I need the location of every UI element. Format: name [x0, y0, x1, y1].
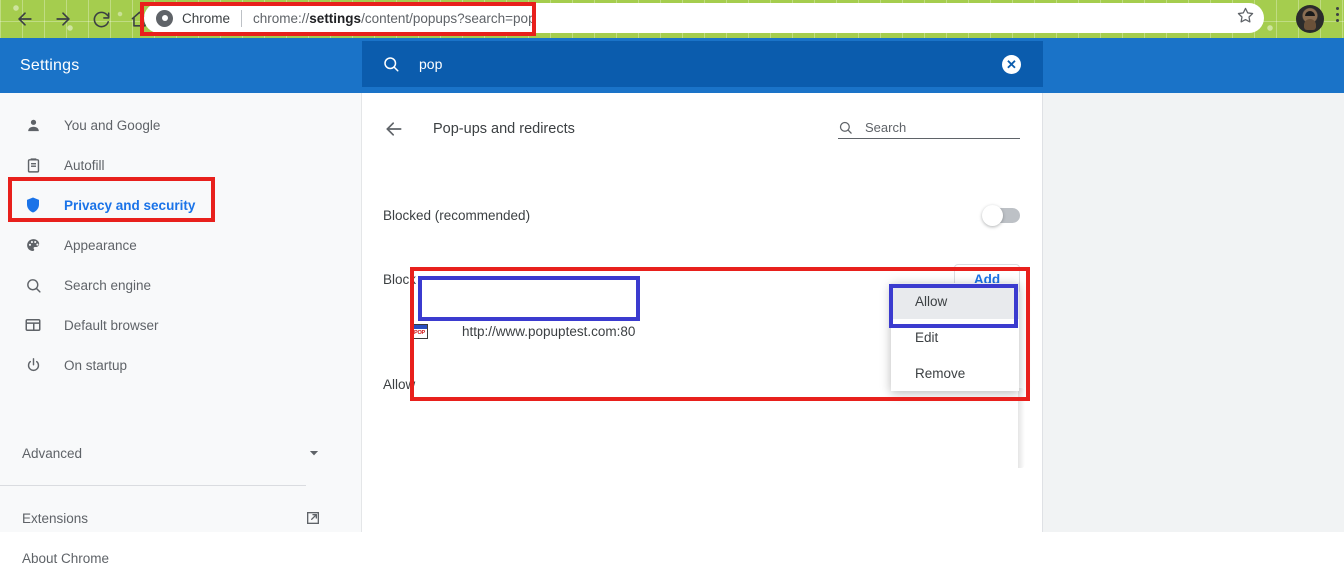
browser-window-icon [22, 316, 44, 334]
sidebar-item-label: Extensions [22, 510, 89, 526]
context-menu-shadow [1018, 388, 1025, 468]
section-search[interactable] [838, 119, 1020, 139]
sidebar-item-autofill[interactable]: Autofill [0, 145, 361, 185]
profile-avatar[interactable] [1296, 5, 1324, 33]
search-icon [382, 55, 400, 73]
back-arrow-icon[interactable] [382, 117, 406, 141]
sidebar-item-search-engine[interactable]: Search engine [0, 265, 361, 305]
section-search-input[interactable] [865, 119, 1020, 135]
palette-icon [22, 237, 44, 254]
omnibox[interactable]: Chrome chrome://settings/content/popups?… [144, 3, 1264, 33]
external-link-icon [305, 510, 321, 526]
person-icon [22, 117, 44, 134]
chrome-icon [156, 9, 173, 27]
sidebar-item-label: Privacy and security [64, 197, 196, 213]
sidebar-item-label: On startup [64, 357, 128, 373]
blocked-toggle[interactable] [982, 204, 1020, 226]
sidebar-item-label: Search engine [64, 277, 152, 293]
sidebar-item-about-chrome[interactable]: About Chrome [0, 538, 361, 578]
star-icon[interactable] [1237, 7, 1258, 29]
sidebar-item-label: You and Google [64, 117, 161, 133]
search-icon [22, 277, 44, 294]
page-body: You and Google Autofill Privacy and secu… [0, 93, 1344, 566]
sidebar-item-on-startup[interactable]: On startup [0, 345, 361, 385]
chevron-down-icon [307, 446, 321, 460]
page-title: Settings [20, 56, 80, 74]
block-list-item-url: http://www.popuptest.com:80 [462, 323, 636, 339]
main-header: Pop-ups and redirects [362, 101, 1042, 157]
shield-icon [22, 196, 44, 214]
clear-search-icon[interactable]: ✕ [1002, 54, 1021, 74]
sidebar: You and Google Autofill Privacy and secu… [0, 93, 362, 566]
blocked-recommended-row[interactable]: Blocked (recommended) [362, 195, 1042, 235]
blocked-recommended-label: Blocked (recommended) [383, 207, 531, 223]
sidebar-item-label: About Chrome [22, 550, 110, 566]
site-context-menu: Allow Edit Remove [891, 283, 1019, 391]
omnibox-url[interactable]: chrome://settings/content/popups?search=… [253, 11, 1237, 26]
favicon-text: POP [413, 330, 425, 336]
sidebar-item-appearance[interactable]: Appearance [0, 225, 361, 265]
forward-icon[interactable] [48, 4, 78, 34]
sidebar-item-default-browser[interactable]: Default browser [0, 305, 361, 345]
context-menu-item-remove[interactable]: Remove [891, 355, 1019, 391]
section-title: Pop-ups and redirects [433, 121, 575, 137]
popup-window-favicon-icon: POP [411, 323, 428, 339]
sidebar-item-label: Autofill [64, 157, 105, 173]
three-dot-menu-icon[interactable] [1336, 7, 1339, 22]
sidebar-item-label: Advanced [22, 445, 83, 461]
context-menu-item-edit[interactable]: Edit [891, 319, 1019, 355]
settings-header: Settings ✕ [0, 38, 1344, 93]
clipboard-icon [22, 157, 44, 174]
context-menu-item-allow[interactable]: Allow [891, 283, 1019, 319]
sidebar-item-label: Default browser [64, 317, 159, 333]
sidebar-item-privacy-and-security[interactable]: Privacy and security [0, 185, 361, 225]
omnibox-site-chip-label: Chrome [182, 10, 231, 26]
back-icon[interactable] [10, 4, 40, 34]
power-icon [22, 357, 44, 374]
sidebar-item-advanced[interactable]: Advanced [0, 433, 361, 473]
sidebar-item-extensions[interactable]: Extensions [0, 498, 361, 538]
reload-icon[interactable] [86, 4, 116, 34]
toggle-knob [982, 204, 1003, 226]
sidebar-item-you-and-google[interactable]: You and Google [0, 105, 361, 145]
settings-search-input[interactable] [419, 56, 1002, 72]
sidebar-item-label: Appearance [64, 237, 137, 253]
block-section-label: Block [383, 271, 417, 287]
settings-search-bar[interactable]: ✕ [362, 41, 1043, 87]
sidebar-divider [0, 485, 306, 486]
omnibox-divider [241, 9, 243, 27]
search-icon [838, 120, 853, 135]
